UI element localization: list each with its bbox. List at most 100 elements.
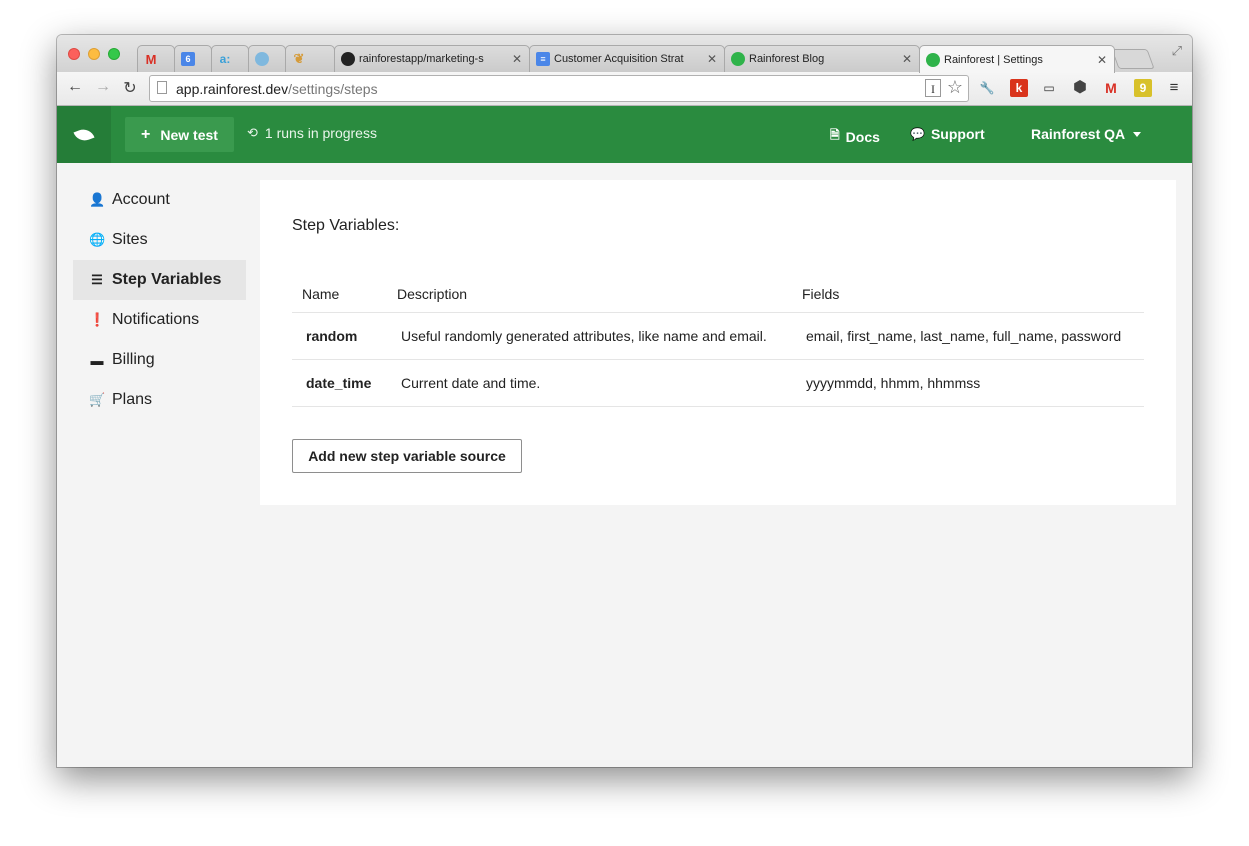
close-window-button[interactable] <box>68 48 80 60</box>
9-extension-icon[interactable]: 9 <box>1134 79 1152 97</box>
variable-description: Current date and time. <box>387 359 792 407</box>
column-header-name: Name <box>292 276 387 313</box>
sidebar-item-step-variables[interactable]: ☰ Step Variables <box>73 260 246 300</box>
sidebar-item-label: Notifications <box>112 311 200 328</box>
tab-rainforest-blog[interactable]: Rainforest Blog ✕ <box>724 45 920 72</box>
ai-icon: a: <box>219 52 231 66</box>
hex-extension-icon[interactable]: ⬢ <box>1071 79 1089 97</box>
rainforest-icon <box>926 52 940 67</box>
github-icon <box>341 52 355 66</box>
variable-fields: email, first_name, last_name, full_name,… <box>792 312 1144 360</box>
tab-title: Customer Acquisition Strat <box>554 53 684 65</box>
address-bar[interactable]: app.rainforest.dev/settings/steps I ☆ <box>149 75 969 102</box>
cart-icon: 🛒 <box>89 392 106 407</box>
variable-name: random <box>292 312 387 360</box>
tab-calendar[interactable]: 6 <box>174 45 212 72</box>
sidebar-item-label: Billing <box>112 351 155 368</box>
tab-google-doc[interactable]: ≡ Customer Acquisition Strat ✕ <box>529 45 725 72</box>
new-tab-button[interactable] <box>1111 49 1155 69</box>
gmail-extension-icon[interactable]: M <box>1102 79 1120 97</box>
zoom-window-button[interactable] <box>108 48 120 60</box>
sidebar-item-plans[interactable]: 🛒 Plans <box>73 380 246 420</box>
user-icon: 👤 <box>89 192 106 207</box>
close-icon[interactable]: ✕ <box>1094 53 1110 67</box>
sidebar-item-label: Step Variables <box>112 271 222 288</box>
cast-icon[interactable]: ▭ <box>1040 79 1058 97</box>
browser-window: M 6 a: ❦ rainforestapp/marketing-s ✕ ≡ C… <box>57 35 1192 767</box>
close-icon[interactable]: ✕ <box>704 52 720 66</box>
runs-in-progress-link[interactable]: ⟲ 1 runs in progress <box>247 125 377 141</box>
tab-title: rainforestapp/marketing-s <box>359 53 484 65</box>
document-icon: 🗎 <box>830 128 840 142</box>
docs-link[interactable]: 🗎 Docs <box>830 126 880 147</box>
fullscreen-icon[interactable]: ⤢ <box>1172 43 1182 59</box>
close-icon[interactable]: ✕ <box>509 52 525 66</box>
url-path: /settings/steps <box>288 81 378 97</box>
table-row: random Useful randomly generated attribu… <box>292 312 1144 360</box>
tab-rainforest-settings[interactable]: Rainforest | Settings ✕ <box>919 45 1115 73</box>
sidebar-item-sites[interactable]: 🌐 Sites <box>73 220 246 260</box>
tab-ai[interactable]: a: <box>211 45 249 72</box>
docs-icon: ≡ <box>536 52 550 66</box>
text-cursor-icon[interactable]: I <box>925 79 941 97</box>
tab-github[interactable]: rainforestapp/marketing-s ✕ <box>334 45 530 72</box>
rainforest-icon <box>731 52 745 66</box>
minimize-window-button[interactable] <box>88 48 100 60</box>
list-icon: ☰ <box>91 272 103 287</box>
close-icon[interactable]: ✕ <box>899 52 915 66</box>
tab-title: Rainforest | Settings <box>944 53 1043 66</box>
tab-db[interactable] <box>248 45 286 72</box>
new-test-button[interactable]: + New test <box>125 117 234 152</box>
db-icon <box>255 52 269 66</box>
url-host: app.rainforest.dev <box>176 81 289 97</box>
browser-toolbar: ← → ↻ app.rainforest.dev/settings/steps … <box>57 72 1192 106</box>
runs-label: 1 runs in progress <box>264 125 377 141</box>
add-step-variable-source-button[interactable]: Add new step variable source <box>292 439 522 473</box>
account-menu[interactable]: Rainforest QA <box>1031 126 1142 142</box>
variable-fields: yyyymmdd, hhmm, hhmmss <box>792 359 1144 407</box>
step-variables-panel: Step Variables: Name Description Fields … <box>260 180 1176 505</box>
rainforest-logo[interactable] <box>57 106 111 163</box>
calendar-icon: 6 <box>181 52 195 66</box>
variable-name: date_time <box>292 359 387 407</box>
k-extension-icon[interactable]: k <box>1010 79 1028 97</box>
table-header-row: Name Description Fields <box>292 276 1144 313</box>
tab-feather[interactable]: ❦ <box>285 45 335 72</box>
page-icon <box>157 81 167 94</box>
globe-icon: 🌐 <box>89 232 106 247</box>
column-header-fields: Fields <box>792 276 1144 313</box>
sidebar-item-label: Sites <box>112 231 148 248</box>
back-button[interactable]: ← <box>65 78 85 96</box>
menu-icon[interactable]: ≡ <box>1165 79 1183 97</box>
chat-icon: 💬 <box>910 127 925 141</box>
sidebar-item-notifications[interactable]: ❗ Notifications <box>73 300 246 340</box>
leaf-icon <box>73 125 95 144</box>
page-title: Step Variables: <box>292 217 400 234</box>
app-header: + New test ⟲ 1 runs in progress 🗎 Docs 💬… <box>57 106 1192 163</box>
sidebar-item-account[interactable]: 👤 Account <box>73 180 246 220</box>
wrench-icon[interactable]: 🔧 <box>978 79 996 97</box>
credit-card-icon: ▬ <box>90 352 104 368</box>
feather-icon: ❦ <box>293 51 305 66</box>
forward-button[interactable]: → <box>93 78 113 96</box>
account-label: Rainforest QA <box>1031 126 1126 142</box>
tab-gmail[interactable]: M <box>137 45 175 72</box>
reload-button[interactable]: ↻ <box>120 78 140 98</box>
url-text: app.rainforest.dev/settings/steps <box>176 81 378 97</box>
sidebar-item-billing[interactable]: ▬ Billing <box>73 340 246 380</box>
step-variables-table: Name Description Fields random Useful ra… <box>292 276 1144 407</box>
bookmark-star-icon[interactable]: ☆ <box>947 77 963 98</box>
new-test-label: New test <box>160 126 218 143</box>
variable-description: Useful randomly generated attributes, li… <box>387 312 792 360</box>
docs-label: Docs <box>845 128 880 145</box>
support-label: Support <box>930 126 985 142</box>
sidebar-item-label: Plans <box>112 391 153 408</box>
chevron-down-icon <box>1133 131 1142 137</box>
tab-strip: M 6 a: ❦ rainforestapp/marketing-s ✕ ≡ C… <box>57 35 1192 73</box>
support-link[interactable]: 💬 Support <box>910 126 985 142</box>
column-header-description: Description <box>387 276 792 313</box>
settings-sidebar: 👤 Account 🌐 Sites ☰ Step Variables ❗ Not… <box>73 180 246 420</box>
sidebar-item-label: Account <box>112 191 170 208</box>
plus-icon: + <box>141 125 151 143</box>
alert-icon: ❗ <box>89 312 106 327</box>
